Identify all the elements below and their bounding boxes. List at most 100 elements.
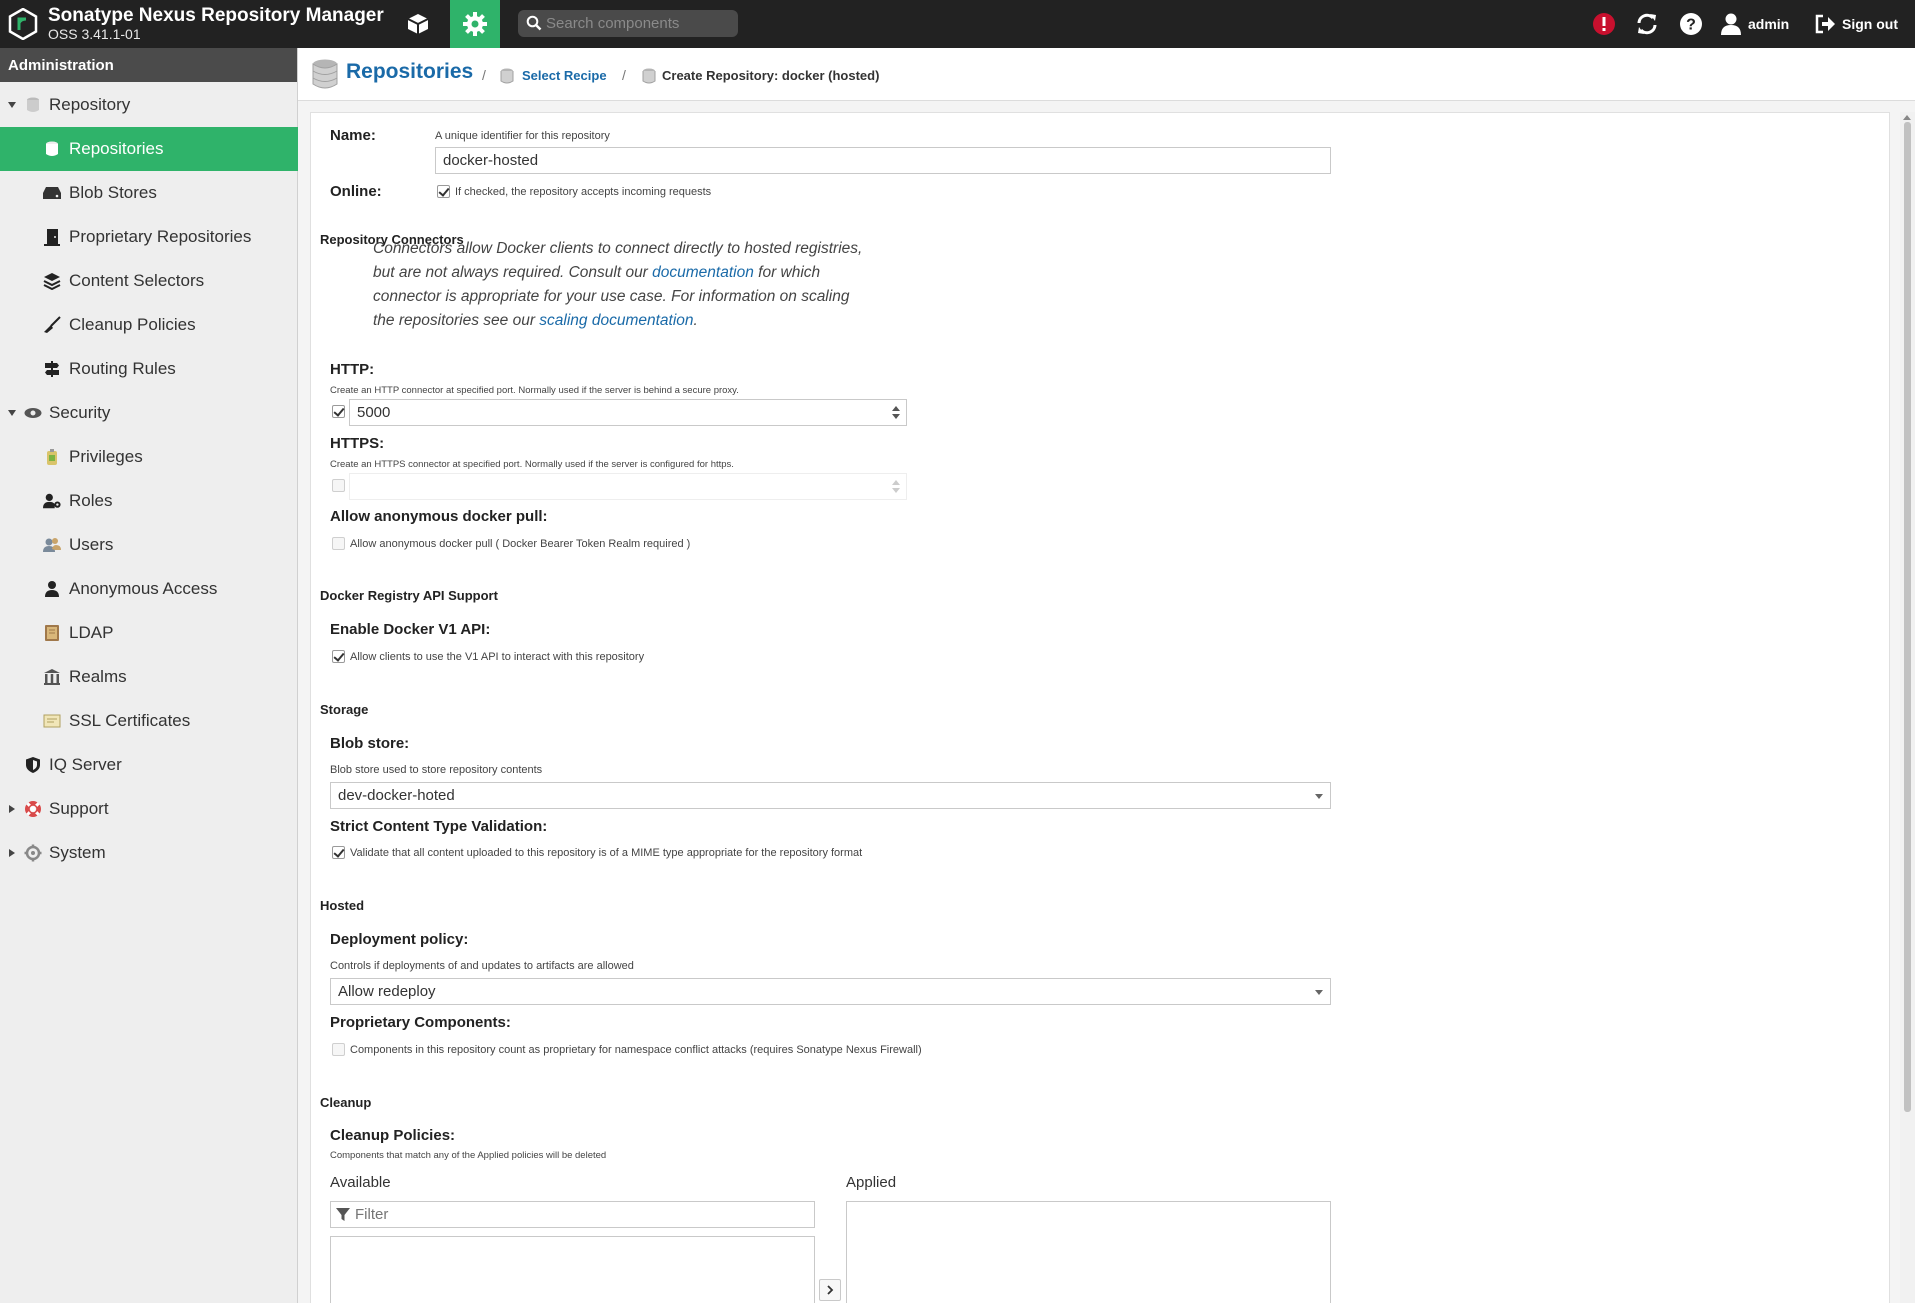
sidebar-item-support[interactable]: Support xyxy=(0,787,298,831)
http-label: HTTP: xyxy=(330,361,375,378)
scrollbar-thumb[interactable] xyxy=(1904,122,1911,1112)
shield-icon xyxy=(24,756,42,774)
gear-icon xyxy=(24,844,42,862)
top-bar: Sonatype Nexus Repository Manager OSS 3.… xyxy=(0,0,1915,48)
sidebar-item-roles[interactable]: Roles xyxy=(0,479,298,523)
sidebar-item-anonymous-access[interactable]: Anonymous Access xyxy=(0,567,298,611)
cube-icon xyxy=(407,14,429,34)
breadcrumb-repositories-link[interactable]: Repositories xyxy=(346,60,473,84)
sidebar-item-privileges[interactable]: Privileges xyxy=(0,435,298,479)
user-gear-icon xyxy=(43,492,61,510)
sidebar-item-proprietary-repositories[interactable]: Proprietary Repositories xyxy=(0,215,298,259)
hosted-title: Hosted xyxy=(320,898,365,913)
strict-validation-checkbox[interactable] xyxy=(332,846,345,859)
sidebar-item-blob-stores[interactable]: Blob Stores xyxy=(0,171,298,215)
sidebar-item-label: Blob Stores xyxy=(69,183,157,202)
https-help: Create an HTTPS connector at specified p… xyxy=(330,459,734,470)
user-menu-button[interactable]: admin xyxy=(1720,8,1820,40)
user-icon xyxy=(43,580,61,598)
docker-api-support-title: Docker Registry API Support xyxy=(320,588,498,603)
database-icon xyxy=(24,96,42,114)
sidebar-item-ssl-certificates[interactable]: SSL Certificates xyxy=(0,699,298,743)
deployment-policy-help: Controls if deployments of and updates t… xyxy=(330,960,634,972)
sidebar-item-label: Roles xyxy=(69,491,113,510)
chevron-down-icon xyxy=(1315,990,1323,995)
sidebar-item-label: Realms xyxy=(69,667,127,686)
documentation-link[interactable]: documentation xyxy=(652,264,754,281)
help-button[interactable]: ? xyxy=(1676,8,1706,40)
blob-store-help: Blob store used to store repository cont… xyxy=(330,764,543,776)
broom-icon xyxy=(43,316,61,334)
gear-icon xyxy=(463,12,487,36)
sidebar-item-ldap[interactable]: LDAP xyxy=(0,611,298,655)
sidebar-item-label: Cleanup Policies xyxy=(69,315,196,334)
sidebar-item-repositories[interactable]: Repositories xyxy=(0,127,298,171)
cleanup-policies-help: Components that match any of the Applied… xyxy=(330,1150,607,1161)
http-port-spinner[interactable] xyxy=(891,399,901,426)
strict-validation-help: Validate that all content uploaded to th… xyxy=(350,847,863,859)
https-checkbox[interactable] xyxy=(332,479,345,492)
deployment-policy-value: Allow redeploy xyxy=(338,983,436,1000)
available-policies-list[interactable] xyxy=(330,1236,815,1303)
database-icon xyxy=(43,140,61,158)
proprietary-components-help: Components in this repository count as p… xyxy=(350,1044,922,1056)
http-port-input[interactable] xyxy=(349,399,907,426)
https-port-spinner[interactable] xyxy=(891,473,901,500)
deployment-policy-select[interactable]: Allow redeploy xyxy=(330,978,1331,1005)
sign-out-button[interactable]: Sign out xyxy=(1814,8,1914,40)
docker-v1-api-checkbox[interactable] xyxy=(332,650,345,663)
sidebar-item-label: Content Selectors xyxy=(69,271,205,290)
docker-v1-api-help: Allow clients to use the V1 API to inter… xyxy=(350,651,645,663)
anonymous-pull-checkbox[interactable] xyxy=(332,537,345,550)
sidebar-item-iq-server[interactable]: IQ Server xyxy=(0,743,298,787)
sidebar-item-cleanup-policies[interactable]: Cleanup Policies xyxy=(0,303,298,347)
sidebar-item-realms[interactable]: Realms xyxy=(0,655,298,699)
search-input[interactable] xyxy=(546,10,732,37)
blob-store-select[interactable]: dev-docker-hoted xyxy=(330,782,1331,809)
applied-policies-list[interactable] xyxy=(846,1201,1331,1303)
add-policy-button[interactable] xyxy=(819,1279,841,1301)
chevron-right-icon xyxy=(827,1285,834,1295)
name-help: A unique identifier for this repository xyxy=(435,130,610,142)
sidebar-item-label: Routing Rules xyxy=(69,359,176,378)
administration-button[interactable] xyxy=(450,0,500,48)
certificate-icon xyxy=(43,712,61,730)
book-icon xyxy=(43,624,61,642)
system-alert-button[interactable] xyxy=(1589,8,1619,40)
available-filter-input[interactable] xyxy=(355,1202,810,1227)
sidebar-item-label: Users xyxy=(69,535,114,554)
sidebar-item-routing-rules[interactable]: Routing Rules xyxy=(0,347,298,391)
chevron-down-icon xyxy=(1315,794,1323,799)
sidebar-item-system[interactable]: System xyxy=(0,831,298,875)
sidebar-item-security[interactable]: Security xyxy=(0,391,298,435)
svg-text:?: ? xyxy=(1686,17,1696,34)
anonymous-pull-help: Allow anonymous docker pull ( Docker Bea… xyxy=(350,538,691,550)
cleanup-policies-label: Cleanup Policies: xyxy=(330,1127,456,1144)
sidebar-item-users[interactable]: Users xyxy=(0,523,298,567)
breadcrumb-current-page: Create Repository: docker (hosted) xyxy=(662,68,880,83)
exclamation-circle-icon xyxy=(1593,13,1615,35)
sidebar-item-label: SSL Certificates xyxy=(69,711,191,730)
sidebar-item-repository[interactable]: Repository xyxy=(0,83,298,127)
create-repository-form: Name: A unique identifier for this repos… xyxy=(310,112,1890,1303)
online-checkbox[interactable] xyxy=(437,185,450,198)
blob-store-value: dev-docker-hoted xyxy=(338,787,455,804)
browse-button[interactable] xyxy=(398,0,438,48)
breadcrumb: Repositories / Select Recipe / Create Re… xyxy=(298,48,1915,101)
https-port-input[interactable] xyxy=(349,473,907,500)
proprietary-components-checkbox[interactable] xyxy=(332,1043,345,1056)
refresh-button[interactable] xyxy=(1632,8,1662,40)
sidebar-item-label: Repository xyxy=(49,95,131,114)
http-checkbox[interactable] xyxy=(332,405,345,418)
sidebar-item-content-selectors[interactable]: Content Selectors xyxy=(0,259,298,303)
user-name: admin xyxy=(1748,16,1790,32)
caret-down-icon xyxy=(8,102,16,108)
door-icon xyxy=(43,228,61,246)
scrollbar[interactable] xyxy=(1900,112,1915,1303)
signpost-icon xyxy=(43,360,61,378)
name-input[interactable] xyxy=(435,147,1331,174)
scaling-documentation-link[interactable]: scaling documentation xyxy=(539,312,693,329)
available-filter-box xyxy=(330,1201,815,1228)
breadcrumb-select-recipe-link[interactable]: Select Recipe xyxy=(522,68,607,83)
scroll-up-arrow[interactable] xyxy=(1903,115,1911,120)
